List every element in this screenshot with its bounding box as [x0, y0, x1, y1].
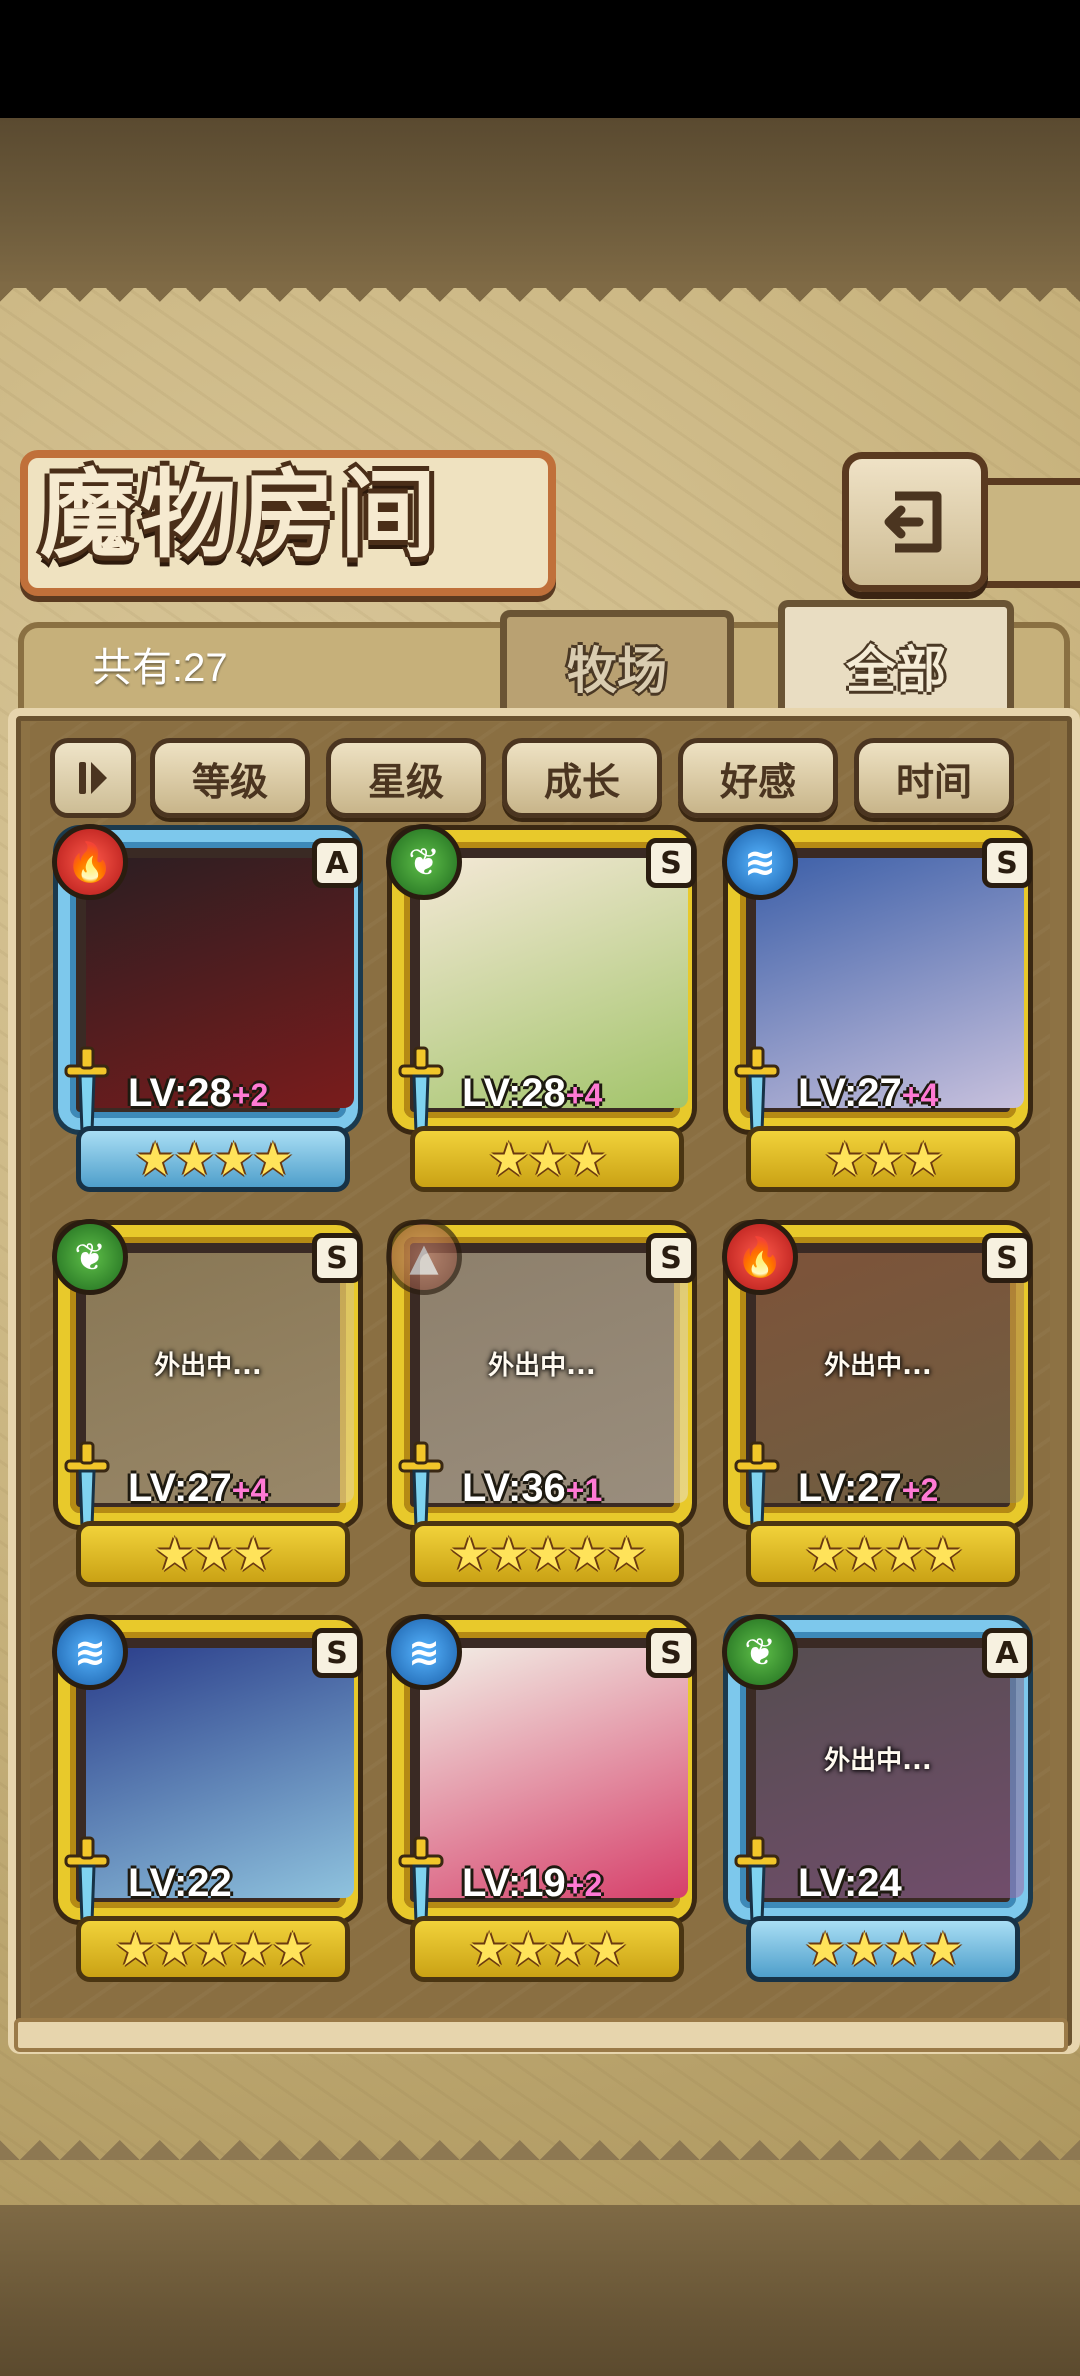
zigzag-border-bottom — [0, 2120, 1080, 2160]
away-status: 外出中... — [488, 1351, 596, 1381]
status-bar — [0, 0, 1080, 118]
level-label: LV:27+4 — [128, 1461, 358, 1515]
map-footer-strip — [0, 2205, 1080, 2376]
monster-card[interactable]: LV:28+4 ★★★ ❦ S — [386, 824, 696, 1192]
star-rating: ★★★ — [410, 1126, 684, 1192]
tab-ranch[interactable]: 牧场 — [500, 610, 734, 717]
rank-badge: S — [646, 1233, 696, 1283]
mountain-icon: ▲ — [386, 1219, 462, 1295]
rank-badge: S — [312, 1628, 362, 1678]
away-status: 外出中... — [824, 1351, 932, 1381]
leaf-icon: ❦ — [52, 1219, 128, 1295]
sort-level-button[interactable]: 等级 — [150, 738, 310, 818]
level-value: LV:22 — [128, 1861, 232, 1905]
level-label: LV:24 — [798, 1856, 1028, 1910]
level-bonus: +2 — [901, 1472, 939, 1508]
level-bonus: +4 — [565, 1077, 603, 1113]
level-label: LV:27+4 — [798, 1066, 1028, 1120]
page-title: 魔物房间 — [40, 458, 440, 571]
level-label: LV:22 — [128, 1856, 358, 1910]
zigzag-border-top — [0, 282, 1080, 322]
sort-growth-button[interactable]: 成长 — [502, 738, 662, 818]
star-rating: ★★★★★ — [410, 1521, 684, 1587]
level-label: LV:36+1 — [462, 1461, 692, 1515]
tab-all[interactable]: 全部 — [778, 600, 1014, 725]
flame-icon: 🔥 — [722, 1219, 798, 1295]
rank-badge: S — [982, 1233, 1032, 1283]
level-value: LV:19 — [462, 1861, 566, 1905]
star-rating: ★★★★ — [746, 1916, 1020, 1982]
rank-badge: S — [312, 1233, 362, 1283]
level-value: LV:27 — [128, 1466, 232, 1510]
level-value: LV:27 — [798, 1071, 902, 1115]
level-bonus: +1 — [565, 1472, 603, 1508]
level-label: LV:28+2 — [128, 1066, 358, 1120]
monster-card[interactable]: 外出中... LV:36+1 ★★★★★ ▲ S — [386, 1219, 696, 1587]
star-rating: ★★★★★ — [76, 1916, 350, 1982]
back-button[interactable] — [842, 452, 988, 592]
sort-affection-button[interactable]: 好感 — [678, 738, 838, 818]
level-value: LV:28 — [462, 1071, 566, 1115]
star-rating: ★★★ — [76, 1521, 350, 1587]
level-value: LV:27 — [798, 1466, 902, 1510]
map-header-strip — [0, 118, 1080, 288]
level-value: LV:36 — [462, 1466, 566, 1510]
panel-bottom-bar — [14, 2018, 1068, 2052]
monster-card[interactable]: LV:22 ★★★★★ ≋ S — [52, 1614, 362, 1982]
level-bonus: +4 — [901, 1077, 939, 1113]
flame-icon: 🔥 — [52, 824, 128, 900]
rank-badge: S — [646, 838, 696, 888]
level-value: LV:24 — [798, 1861, 902, 1905]
rank-badge: S — [646, 1628, 696, 1678]
level-bonus: +2 — [231, 1077, 269, 1113]
monster-card[interactable]: 外出中... LV:27+2 ★★★★ 🔥 S — [722, 1219, 1032, 1587]
sort-order-toggle[interactable] — [50, 738, 136, 818]
rank-badge: A — [982, 1628, 1032, 1678]
monster-card[interactable]: 外出中... LV:27+4 ★★★ ❦ S — [52, 1219, 362, 1587]
leaf-icon: ❦ — [722, 1614, 798, 1690]
level-label: LV:27+2 — [798, 1461, 1028, 1515]
level-bonus: +4 — [231, 1472, 269, 1508]
monster-card[interactable]: LV:19+2 ★★★★ ≋ S — [386, 1614, 696, 1982]
rank-badge: S — [982, 838, 1032, 888]
star-rating: ★★★★ — [76, 1126, 350, 1192]
leaf-icon: ❦ — [386, 824, 462, 900]
water-icon: ≋ — [52, 1614, 128, 1690]
level-label: LV:28+4 — [462, 1066, 692, 1120]
monster-count: 共有:27 — [92, 646, 228, 690]
star-rating: ★★★★ — [746, 1521, 1020, 1587]
away-status: 外出中... — [154, 1351, 262, 1381]
star-rating: ★★★★ — [410, 1916, 684, 1982]
level-label: LV:19+2 — [462, 1856, 692, 1910]
level-bonus: +2 — [565, 1867, 603, 1903]
monster-card[interactable]: 外出中... LV:24 ★★★★ ❦ A — [722, 1614, 1032, 1982]
sort-time-button[interactable]: 时间 — [854, 738, 1014, 818]
rank-badge: A — [312, 838, 362, 888]
water-icon: ≋ — [722, 824, 798, 900]
away-status: 外出中... — [824, 1746, 932, 1776]
star-rating: ★★★ — [746, 1126, 1020, 1192]
sort-order-icon — [79, 762, 107, 794]
monster-card[interactable]: LV:28+2 ★★★★ 🔥 A — [52, 824, 362, 1192]
monster-card[interactable]: LV:27+4 ★★★ ≋ S — [722, 824, 1032, 1192]
return-arrow-icon — [884, 491, 942, 553]
water-icon: ≋ — [386, 1614, 462, 1690]
sort-stars-button[interactable]: 星级 — [326, 738, 486, 818]
level-value: LV:28 — [128, 1071, 232, 1115]
